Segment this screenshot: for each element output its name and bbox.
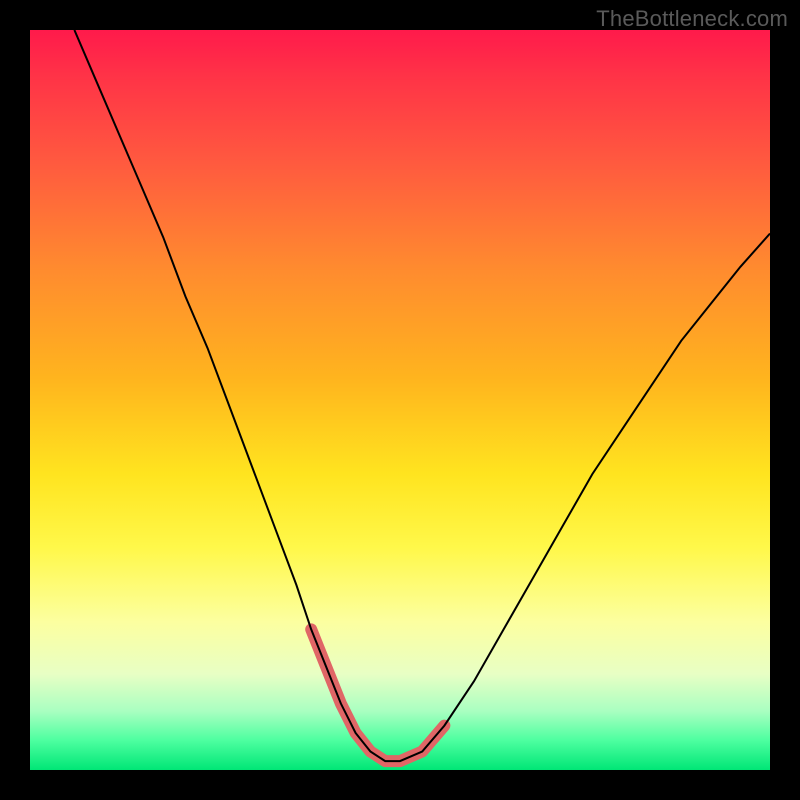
watermark-text: TheBottleneck.com <box>596 6 788 32</box>
chart-canvas: TheBottleneck.com <box>0 0 800 800</box>
chart-svg <box>30 30 770 770</box>
bottleneck-curve-line <box>74 30 770 761</box>
optimal-band-line <box>311 629 444 761</box>
